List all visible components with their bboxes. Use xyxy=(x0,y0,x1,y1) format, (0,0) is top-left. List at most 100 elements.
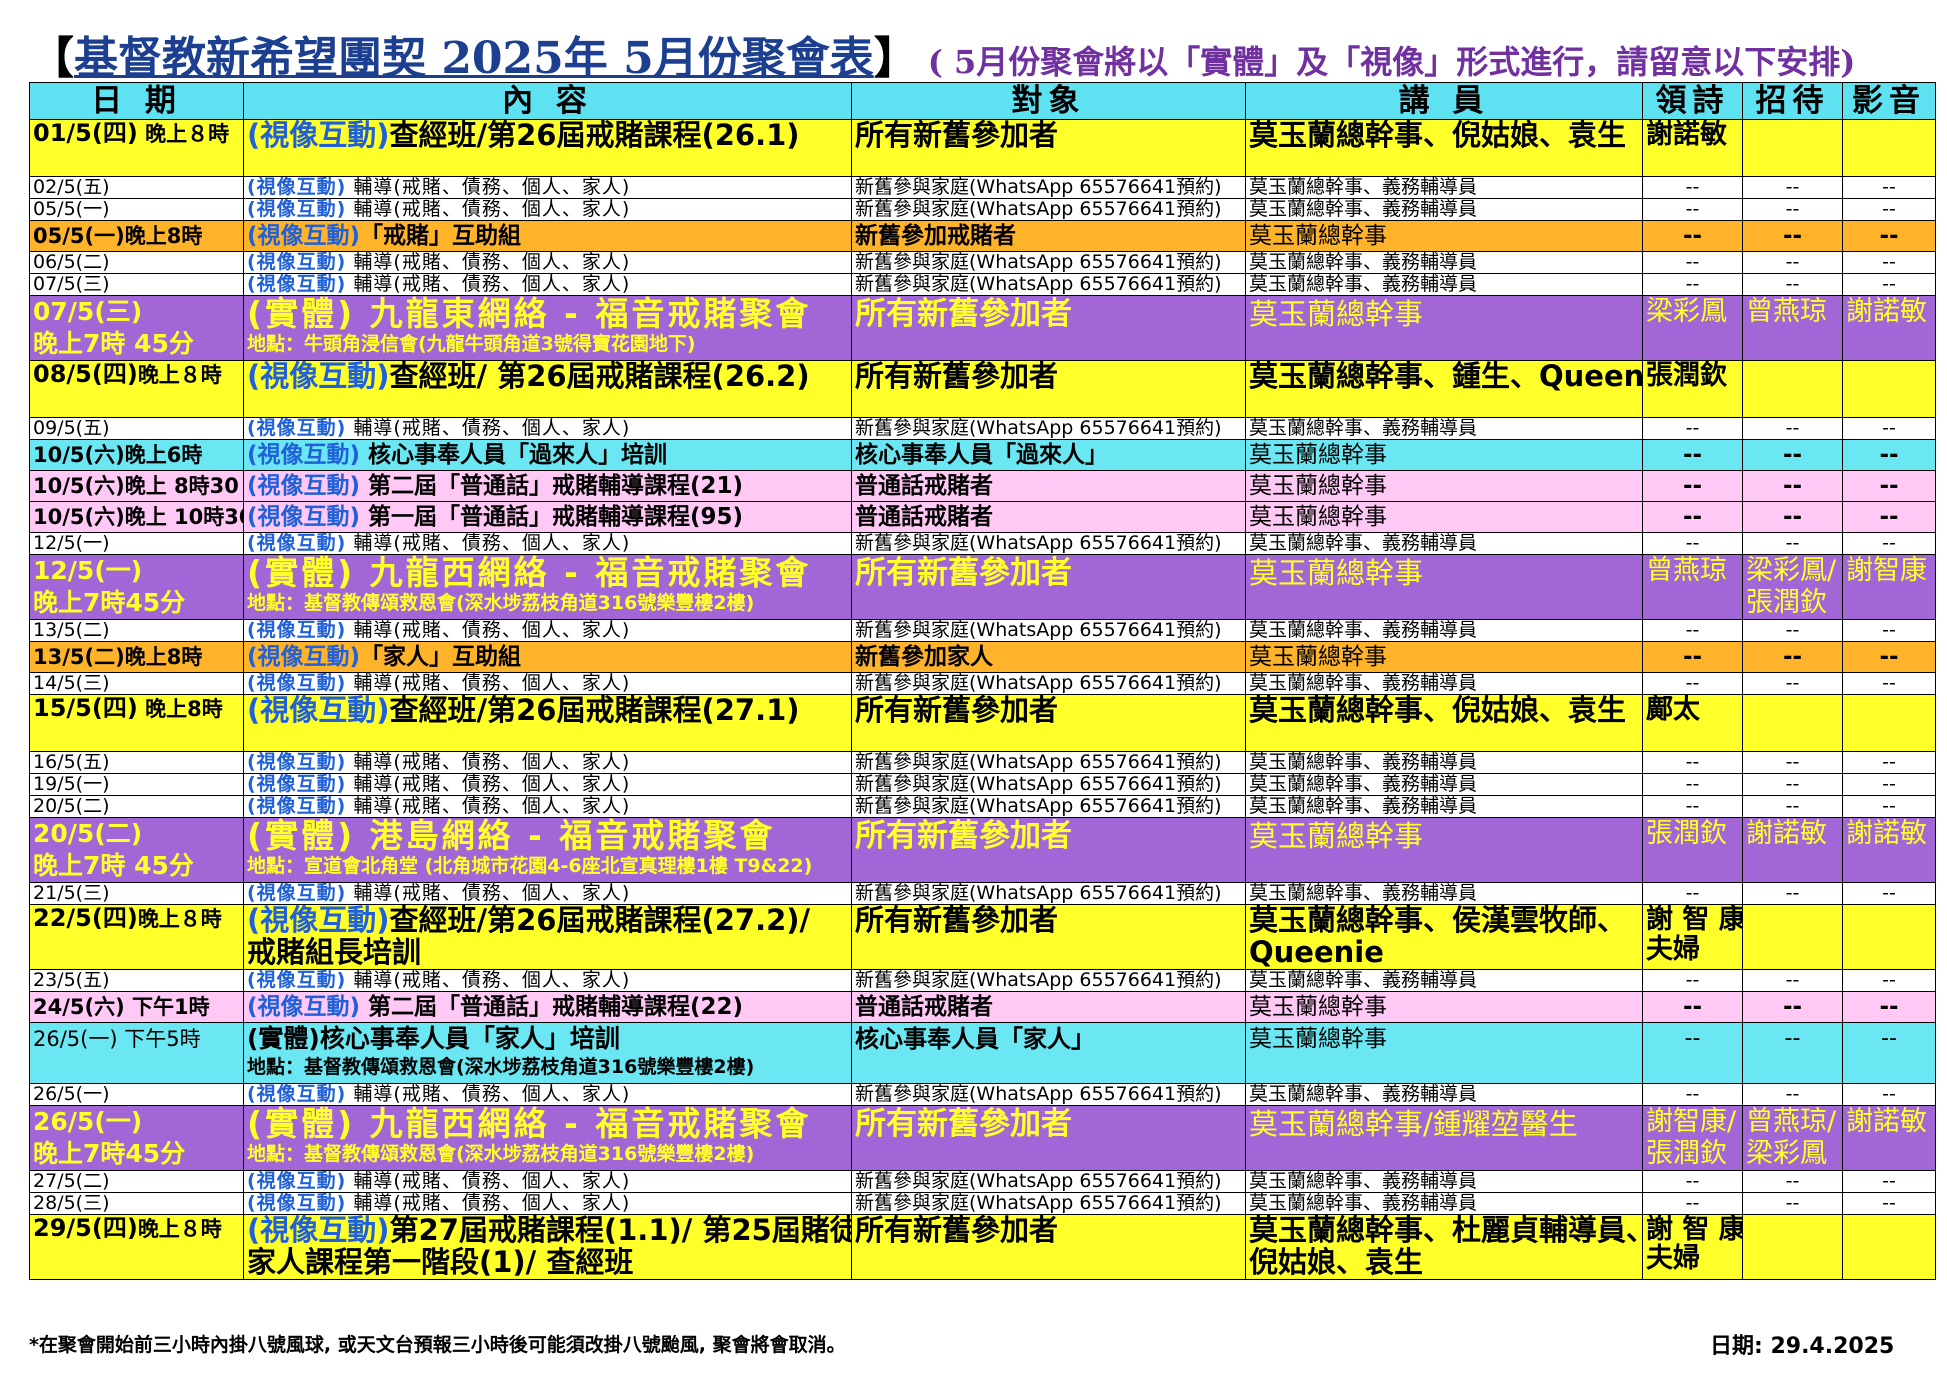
page-title: 【基督教新希望團契 2025年 5月份聚會表】( 5月份聚會將以「實體」及「視像… xyxy=(30,22,1855,84)
usher-cell: -- xyxy=(1742,641,1843,673)
content-cell: (視像互動) 輔導(戒賭、債務、個人、家人) xyxy=(243,795,852,818)
target-cell: 核心事奉人員「家人」 xyxy=(851,1021,1246,1084)
date-cell: 10/5(六)晚上 10時30 xyxy=(29,501,244,533)
date-text: 13/5(二) xyxy=(33,619,110,641)
schedule-row: 13/5(二)晚上8時 (視像互動)「家人」互助組 新舊參加家人 莫玉蘭總幹事 -- --… xyxy=(29,641,1936,673)
content-text: 核心事奉人員「過來人」培訓 xyxy=(360,442,668,468)
speaker-text: 莫玉蘭總幹事、鍾生、Queenie xyxy=(1249,360,1643,393)
header-target: 對象 xyxy=(851,82,1246,120)
usher-cell: -- xyxy=(1742,751,1843,774)
date-cell: 10/5(六)晚上 8時30 xyxy=(29,470,244,502)
schedule-row: 29/5(四)晚上８時 (視像互動)第27屆戒賭課程(1.1)/ 第25屆賭徒 家人… xyxy=(29,1213,1936,1280)
content-cell: (實體) 九龍西網絡 - 福音戒賭聚會 地點：基督教傳頌救恩會(深水埗荔枝角道31… xyxy=(243,554,852,620)
date-cell: 27/5(二) xyxy=(29,1169,244,1193)
schedule-row: 01/5(四) 晚上８時 (視像互動)查經班/第26屆戒賭課程(26.1) 所有新舊… xyxy=(29,119,1936,177)
target-cell: 所有新舊參加者 xyxy=(851,1213,1246,1280)
speaker-text: 莫玉蘭總幹事、義務輔導員 xyxy=(1249,1170,1478,1192)
speaker-cell: 莫玉蘭總幹事、義務輔導員 xyxy=(1245,176,1643,199)
target-cell: 所有新舊參加者 xyxy=(851,904,1246,970)
content-title: (實體) 九龍東網絡 - 福音戒賭聚會 xyxy=(247,295,812,333)
video-tag: (視像互動) xyxy=(247,751,347,773)
date-text: 28/5(三) xyxy=(33,1192,110,1214)
date-text: 26/5(一) xyxy=(33,1083,110,1105)
schedule-row: 07/5(三) (視像互動) 輔導(戒賭、債務、個人、家人) 新舊參與家庭(What… xyxy=(29,273,1936,296)
speaker-text: 莫玉蘭總幹事 xyxy=(1249,819,1424,853)
content-cell: (實體)核心事奉人員「家人」培訓 地點：基督教傳頌救恩會(深水埗荔枝角道316號樂… xyxy=(243,1021,852,1084)
video-tag: (視像互動) xyxy=(247,1083,347,1105)
worship-leader-cell: -- xyxy=(1642,882,1743,905)
worship-leader-text-2: 夫婦 xyxy=(1646,933,1700,965)
content-cell: (實體) 港島網絡 - 福音戒賭聚會 地點：宣道會北角堂 (北角城市花園4-6座北… xyxy=(243,817,852,883)
speaker-text: 莫玉蘭總幹事、義務輔導員 xyxy=(1249,672,1478,694)
target-cell: 新舊參與家庭(WhatsApp 65576641預約) xyxy=(851,773,1246,796)
content-cell: (視像互動)「家人」互助組 xyxy=(243,641,852,673)
date-text: 22/5(四) xyxy=(33,904,138,932)
speaker-cell: 莫玉蘭總幹事 xyxy=(1245,990,1643,1023)
content-cell: (視像互動) 輔導(戒賭、債務、個人、家人) xyxy=(243,1082,852,1106)
content-cell: (視像互動) 輔導(戒賭、債務、個人、家人) xyxy=(243,532,852,555)
speaker-cell: 莫玉蘭總幹事、侯漢雲牧師、 Queenie xyxy=(1245,904,1643,970)
target-cell: 新舊參加戒賭者 xyxy=(851,220,1246,252)
date-text: 07/5(三) xyxy=(33,273,110,295)
worship-leader-text: 謝諾敏 xyxy=(1646,119,1727,150)
speaker-text: 莫玉蘭總幹事、侯漢雲牧師、 xyxy=(1249,904,1627,937)
date-cell: 21/5(三) xyxy=(29,882,244,905)
date-cell: 22/5(四)晚上８時 xyxy=(29,904,244,970)
date-cell: 13/5(二)晚上8時 xyxy=(29,641,244,673)
worship-leader-cell: 梁彩鳳 xyxy=(1642,295,1743,361)
header-av: 影音 xyxy=(1842,82,1936,120)
content-text: 輔導(戒賭、債務、個人、家人) xyxy=(346,176,631,198)
speaker-text: 莫玉蘭總幹事 xyxy=(1249,297,1424,331)
speaker-cell: 莫玉蘭總幹事、義務輔導員 xyxy=(1245,751,1643,774)
speaker-cell: 莫玉蘭總幹事、倪姑娘、袁生 xyxy=(1245,119,1643,177)
speaker-cell: 莫玉蘭總幹事 xyxy=(1245,1021,1643,1084)
content-text: 輔導(戒賭、債務、個人、家人) xyxy=(346,198,631,220)
worship-leader-text: -- xyxy=(1685,251,1700,273)
usher-cell: -- xyxy=(1742,439,1843,471)
date-cell: 24/5(六) 下午1時 xyxy=(29,990,244,1023)
content-text: 輔導(戒賭、債務、個人、家人) xyxy=(346,251,631,273)
video-tag: (視像互動) xyxy=(247,993,361,1020)
time-text: 晚上８時 xyxy=(137,122,230,146)
content-cell: (視像互動)查經班/第26屆戒賭課程(27.2)/戒賭組長培訓 xyxy=(243,904,852,970)
speaker-cell: 莫玉蘭總幹事 xyxy=(1245,439,1643,471)
content-text: 輔導(戒賭、債務、個人、家人) xyxy=(346,672,631,694)
date-text: 02/5(五) xyxy=(33,176,110,198)
date-cell: 14/5(三) xyxy=(29,672,244,695)
target-cell: 新舊參與家庭(WhatsApp 65576641預約) xyxy=(851,795,1246,818)
target-cell: 所有新舊參加者 xyxy=(851,817,1246,883)
usher-cell: -- xyxy=(1742,1082,1843,1106)
usher-cell xyxy=(1742,904,1843,970)
date-text: 07/5(三) xyxy=(33,297,143,326)
header-usher: 招待 xyxy=(1742,82,1843,120)
date-text: 20/5(二) xyxy=(33,819,143,848)
content-title: (實體) 港島網絡 - 福音戒賭聚會 xyxy=(247,817,776,855)
schedule-row: 20/5(二) 晚上7時 45分 (實體) 港島網絡 - 福音戒賭聚會 地點：宣道會北… xyxy=(29,817,1936,883)
schedule-row: 13/5(二) (視像互動) 輔導(戒賭、債務、個人、家人) 新舊參與家庭(What… xyxy=(29,619,1936,642)
usher-cell: 謝諾敏 xyxy=(1742,817,1843,883)
av-cell: -- xyxy=(1842,220,1936,252)
speaker-text: 莫玉蘭總幹事 xyxy=(1249,993,1387,1020)
content-cell: (視像互動) 核心事奉人員「過來人」培訓 xyxy=(243,439,852,471)
usher-cell: -- xyxy=(1742,990,1843,1023)
worship-leader-text: 曾燕琼 xyxy=(1646,555,1727,587)
date-text: 09/5(五) xyxy=(33,417,110,439)
worship-leader-text: -- xyxy=(1685,969,1700,991)
time-text: 晚上８時 xyxy=(137,363,222,387)
content-text: 輔導(戒賭、債務、個人、家人) xyxy=(346,273,631,295)
av-cell: -- xyxy=(1842,751,1936,774)
header-row: 日 期 內 容 對象 講 員 領詩 招待 影音 xyxy=(29,82,1936,120)
content-venue: 地點：基督教傳頌救恩會(深水埗荔枝角道316號樂豐樓2樓) xyxy=(247,592,755,614)
schedule-row: 07/5(三) 晚上7時 45分 (實體) 九龍東網絡 - 福音戒賭聚會 地點：牛頭角… xyxy=(29,295,1936,361)
speaker-text: 莫玉蘭總幹事、義務輔導員 xyxy=(1249,969,1478,991)
worship-leader-cell: -- xyxy=(1642,251,1743,274)
date-text: 05/5(一) xyxy=(33,224,125,248)
schedule-row: 08/5(四)晚上８時 (視像互動)查經班/ 第26屆戒賭課程(26.2) 所有新舊… xyxy=(29,360,1936,418)
speaker-text: 莫玉蘭總幹事 xyxy=(1249,504,1387,530)
target-cell: 所有新舊參加者 xyxy=(851,360,1246,418)
schedule-row: 09/5(五) (視像互動) 輔導(戒賭、債務、個人、家人) 新舊參與家庭(What… xyxy=(29,417,1936,440)
header-date: 日 期 xyxy=(29,82,244,120)
content-cell: (視像互動) 輔導(戒賭、債務、個人、家人) xyxy=(243,273,852,296)
speaker-text: 莫玉蘭總幹事、杜麗貞輔導員、 xyxy=(1249,1214,1643,1247)
content-title: (實體) 九龍西網絡 - 福音戒賭聚會 xyxy=(247,1105,812,1143)
